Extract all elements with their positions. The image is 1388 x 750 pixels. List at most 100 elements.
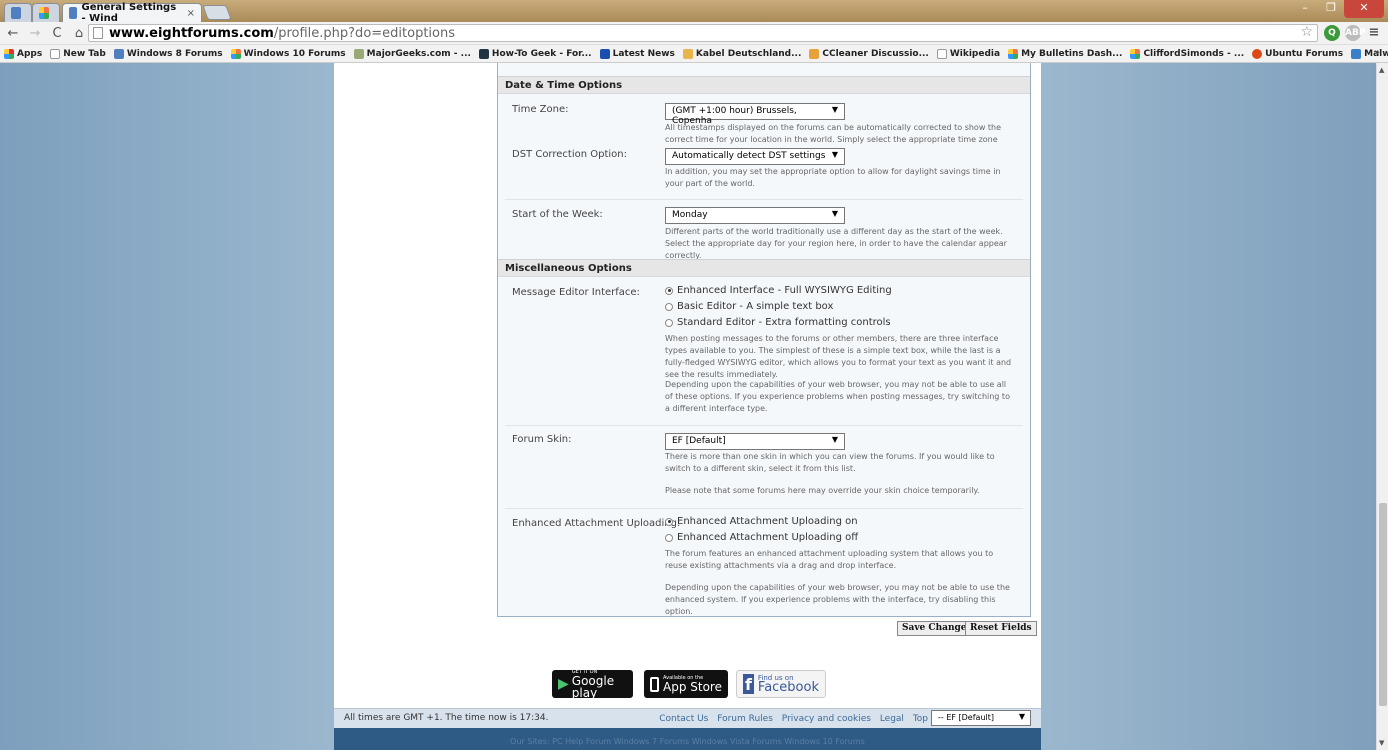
minimize-button[interactable]: – <box>1292 0 1318 18</box>
divider <box>505 508 1023 509</box>
bookmark-ubuntu[interactable]: Ubuntu Forums <box>1252 48 1343 59</box>
google-play-badge[interactable]: ▶ GET IT ON Google play <box>552 669 633 699</box>
back-icon[interactable]: ← <box>4 26 22 41</box>
chevron-down-icon: ▼ <box>831 105 838 114</box>
tab-close-icon[interactable]: × <box>187 8 195 19</box>
window-controls: – ❐ ✕ <box>1292 0 1384 18</box>
radio-icon[interactable] <box>665 517 673 526</box>
bookmark-howtogeek[interactable]: How-To Geek - For... <box>478 48 592 59</box>
forum-rules-link[interactable]: Forum Rules <box>717 714 773 724</box>
week-start-label: Start of the Week: <box>512 209 603 220</box>
section-date-time-heading: Date & Time Options <box>498 76 1030 94</box>
page-viewport: Date & Time Options Time Zone: (GMT +1:0… <box>0 63 1376 750</box>
bookmark-ccleaner[interactable]: CCleaner Discussio... <box>809 48 929 59</box>
chevron-down-icon: ▼ <box>1018 712 1025 721</box>
windows8-icon <box>69 7 78 19</box>
scroll-up-icon[interactable]: ▲ <box>1379 66 1384 74</box>
radio-icon[interactable] <box>665 533 673 542</box>
footer-skin-select[interactable]: -- EF [Default] ▼ <box>931 710 1031 726</box>
attachment-upload-label: Enhanced Attachment Uploading: <box>512 518 681 529</box>
ccleaner-icon <box>809 48 820 59</box>
forward-icon[interactable]: → <box>26 26 44 41</box>
url-host: www.eightforums.com <box>109 25 274 41</box>
radio-icon[interactable] <box>665 318 673 327</box>
settings-panel: Date & Time Options Time Zone: (GMT +1:0… <box>497 63 1031 617</box>
ubuntu-icon <box>1252 48 1263 59</box>
chevron-down-icon: ▼ <box>831 209 838 218</box>
editor-option-standard[interactable]: Standard Editor - Extra formatting contr… <box>665 317 891 328</box>
attachment-upload-on[interactable]: Enhanced Attachment Uploading on <box>665 516 858 527</box>
radio-icon[interactable] <box>665 286 673 295</box>
new-tab-button[interactable] <box>202 5 232 20</box>
attachment-description-1: The forum features an enhanced attachmen… <box>665 549 994 570</box>
tab-title: General Settings - Wind <box>81 2 177 24</box>
editor-option-enhanced[interactable]: Enhanced Interface - Full WYSIWYG Editin… <box>665 285 892 296</box>
radio-icon[interactable] <box>665 302 673 311</box>
bookmark-malwarebytes[interactable]: Malwarebytes Unp... <box>1351 48 1388 59</box>
dst-select[interactable]: Automatically detect DST settings ▼ <box>665 148 845 165</box>
s-icon <box>599 48 610 59</box>
chevron-down-icon: ▼ <box>831 150 838 159</box>
reload-icon[interactable]: C <box>48 26 66 41</box>
bookmark-my-bulletins[interactable]: My Bulletins Dash... <box>1008 48 1122 59</box>
legal-link[interactable]: Legal <box>880 714 904 724</box>
restore-button[interactable]: ❐ <box>1318 0 1344 18</box>
bookmarks-overflow-icon[interactable]: » <box>1374 47 1380 58</box>
forum-skin-description-2: Please note that some forums here may ov… <box>665 486 980 495</box>
bulletins-icon <box>1008 48 1019 59</box>
tab-pinned-2[interactable] <box>32 3 60 22</box>
attachment-description-2: Depending upon the capabilities of your … <box>665 583 1010 616</box>
htg-icon <box>478 48 489 59</box>
dst-label: DST Correction Option: <box>512 149 627 160</box>
attachment-upload-off[interactable]: Enhanced Attachment Uploading off <box>665 532 858 543</box>
malwarebytes-icon <box>1351 48 1362 59</box>
time-zone-label: Time Zone: <box>512 104 569 115</box>
section-misc-heading: Miscellaneous Options <box>498 259 1030 277</box>
facebook-badge[interactable]: f Find us on Facebook <box>736 670 826 698</box>
phone-icon <box>650 676 659 692</box>
bookmark-windows10[interactable]: Windows 10 Forums <box>230 48 346 59</box>
forum-content: Date & Time Options Time Zone: (GMT +1:0… <box>334 63 1041 750</box>
privacy-link[interactable]: Privacy and cookies <box>782 714 871 724</box>
tab-pinned-1[interactable] <box>4 3 32 22</box>
apps-icon <box>4 48 14 59</box>
majorgeeks-icon <box>353 48 364 59</box>
bookmark-new-tab[interactable]: New Tab <box>50 48 106 59</box>
windows10-icon <box>39 7 49 19</box>
page-scrollbar[interactable]: ▲ ▼ <box>1376 63 1388 750</box>
page-icon <box>50 48 61 59</box>
contact-us-link[interactable]: Contact Us <box>659 714 708 724</box>
week-start-select[interactable]: Monday ▼ <box>665 207 845 224</box>
menu-icon[interactable]: ≡ <box>1366 25 1382 41</box>
reset-fields-button[interactable]: Reset Fields <box>965 621 1037 636</box>
tab-general-settings[interactable]: General Settings - Wind × <box>62 2 202 24</box>
forum-footer: All times are GMT +1. The time now is 17… <box>334 708 1041 728</box>
week-start-description: Different parts of the world traditional… <box>665 227 1007 260</box>
bookmark-star-icon[interactable]: ☆ <box>1300 24 1313 40</box>
bookmark-latest-news[interactable]: Latest News <box>599 48 675 59</box>
top-link[interactable]: Top <box>913 714 928 724</box>
editor-interface-label: Message Editor Interface: <box>512 287 640 298</box>
bookmark-majorgeeks[interactable]: MajorGeeks.com - ... <box>353 48 471 59</box>
home-icon[interactable]: ⌂ <box>70 26 88 41</box>
app-store-badge[interactable]: Available on the App Store <box>644 670 728 698</box>
bookmark-apps[interactable]: Apps <box>4 48 42 59</box>
facebook-icon: f <box>743 674 754 694</box>
bookmark-windows8[interactable]: Windows 8 Forums <box>113 48 223 59</box>
close-window-button[interactable]: ✕ <box>1344 0 1384 18</box>
url-path: /profile.php?do=editoptions <box>273 25 455 41</box>
scrollbar-thumb[interactable] <box>1379 503 1387 706</box>
wikipedia-icon <box>936 48 947 59</box>
forum-skin-select[interactable]: EF [Default] ▼ <box>665 433 845 450</box>
adblock-icon[interactable]: ABP <box>1345 25 1365 41</box>
bookmark-wikipedia[interactable]: Wikipedia <box>936 48 1000 59</box>
bookmark-cliffordsimonds[interactable]: CliffordSimonds - ... <box>1130 48 1244 59</box>
address-bar[interactable]: www.eightforums.com /profile.php?do=edit… <box>88 24 1318 42</box>
extension-green-icon[interactable]: Q <box>1324 25 1340 41</box>
scroll-down-icon[interactable]: ▼ <box>1379 739 1384 747</box>
forum-skin-description-1: There is more than one skin in which you… <box>665 452 995 473</box>
editor-option-basic[interactable]: Basic Editor - A simple text box <box>665 301 833 312</box>
editor-description-1: When posting messages to the forums or o… <box>665 334 1012 379</box>
bookmark-kabel[interactable]: Kabel Deutschland... <box>682 48 801 59</box>
time-zone-select[interactable]: (GMT +1:00 hour) Brussels, Copenha ▼ <box>665 103 845 126</box>
